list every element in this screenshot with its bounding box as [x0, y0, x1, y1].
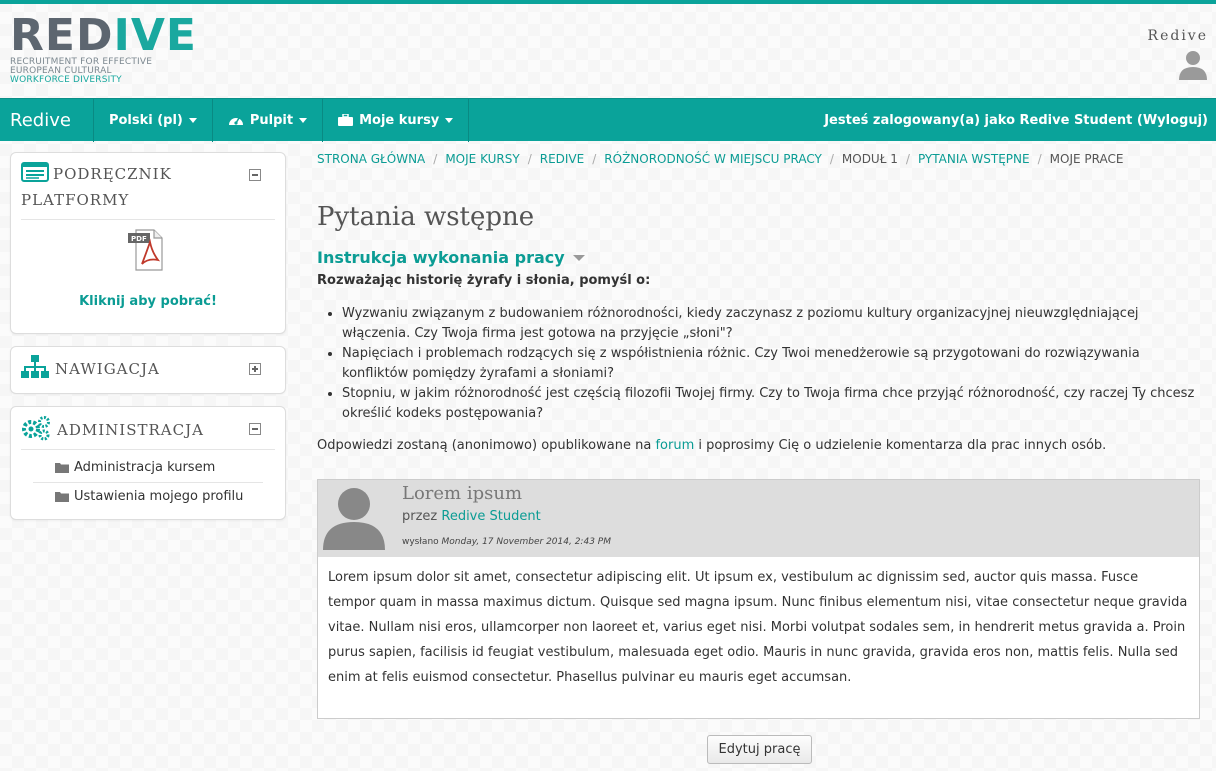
post-body: Lorem ipsum dolor sit amet, consectetur …: [328, 570, 1188, 685]
book-icon: [21, 162, 49, 182]
sidebar: PODRĘCZNIK PLATFORMY PDF Kliknij aby pob…: [10, 152, 286, 532]
breadcrumb-separator: /: [592, 152, 597, 166]
breadcrumb-my-courses[interactable]: Moje kursy: [445, 152, 519, 166]
breadcrumb-separator: /: [527, 152, 532, 166]
block-administration-title: ADMINISTRACJA: [21, 415, 249, 443]
collapse-icon[interactable]: [249, 169, 261, 181]
dashboard-label: Pulpit: [249, 112, 294, 128]
author-link[interactable]: Redive Student: [441, 509, 540, 524]
edit-area: Edytuj pracę: [317, 735, 1202, 764]
site-header: REDIVE Recruitment for effective Europea…: [0, 4, 1216, 98]
admin-list: Administracja kursem Ustawienia mojego p…: [21, 449, 275, 519]
svg-text:PDF: PDF: [131, 235, 147, 243]
post-date: wysłano Monday, 17 November 2014, 2:43 P…: [402, 537, 611, 547]
answers-note: Odpowiedzi zostaną (anonimowo) opublikow…: [317, 438, 1202, 453]
instructions-title: Instrukcja wykonania pracy: [317, 248, 565, 267]
admin-item-profile[interactable]: Ustawienia mojego profilu: [33, 483, 263, 511]
my-courses-label: Moje kursy: [359, 112, 440, 128]
page-title: Pytania wstępne: [317, 202, 535, 232]
expand-icon[interactable]: [249, 363, 261, 375]
block-navigation: NAWIGACJA: [10, 346, 286, 394]
chevron-down-icon: [188, 117, 197, 123]
breadcrumb-activity[interactable]: Pytania wstępne: [918, 152, 1030, 166]
admin-item-label: Ustawienia mojego profilu: [74, 489, 244, 504]
block-administration: ADMINISTRACJA Administracja kursem Ustaw…: [10, 406, 286, 520]
admin-item-course[interactable]: Administracja kursem: [33, 454, 263, 483]
answers-text: Odpowiedzi zostaną (anonimowo) opublikow…: [317, 438, 656, 453]
briefcase-icon: [338, 114, 354, 126]
folder-icon: [55, 492, 69, 502]
post-by-label: przez: [402, 509, 442, 524]
navbar-brand[interactable]: Redive: [0, 98, 94, 142]
list-item: Napięciach i problemach rodzących się z …: [342, 344, 1202, 384]
login-info[interactable]: Jesteś zalogowany(a) jako Redive Student…: [824, 113, 1216, 128]
post-author: przez Redive Student: [402, 509, 541, 524]
pdf-icon[interactable]: PDF: [128, 228, 168, 272]
breadcrumb: Strona główna / Moje kursy / REDIVE / Różnorod…: [317, 152, 1202, 174]
admin-item-label: Administracja kursem: [74, 460, 216, 475]
breadcrumb-section[interactable]: Różnorodność w miejscu pracy: [604, 152, 822, 166]
collapse-icon[interactable]: [249, 423, 261, 435]
dashboard-menu[interactable]: Pulpit: [213, 98, 324, 142]
post-header: Lorem ipsum przez Redive Student wysłano…: [318, 480, 1199, 557]
breadcrumb-separator: /: [905, 152, 910, 166]
post-title: Lorem ipsum: [402, 483, 523, 504]
breadcrumb-course[interactable]: REDIVE: [540, 152, 585, 166]
breadcrumb-module: Moduł 1: [841, 152, 898, 166]
user-icon[interactable]: [1178, 50, 1208, 84]
answers-text: i poprosimy Cię o udzielenie komentarza …: [694, 438, 1107, 453]
list-item: Stopniu, w jakim różnorodność jest częśc…: [342, 384, 1202, 424]
download-link[interactable]: Kliknij aby pobrać!: [21, 294, 275, 309]
instructions-toggle[interactable]: Instrukcja wykonania pracy: [317, 248, 1202, 267]
block-manual-header: PODRĘCZNIK PLATFORMY: [11, 153, 285, 213]
block-navigation-header: NAWIGACJA: [11, 347, 285, 382]
folder-icon: [55, 463, 69, 473]
block-manual: PODRĘCZNIK PLATFORMY PDF Kliknij aby pob…: [10, 152, 286, 334]
breadcrumb-separator: /: [433, 152, 438, 166]
chevron-down-icon: [572, 254, 585, 261]
gears-icon: [22, 416, 50, 441]
edit-submission-button[interactable]: Edytuj pracę: [706, 735, 813, 764]
submission-post: Lorem ipsum przez Redive Student wysłano…: [317, 479, 1200, 719]
post-date-value: Monday, 17 November 2014, 2:43 PM: [441, 537, 611, 547]
language-menu[interactable]: Polski (pl): [94, 98, 213, 142]
dashboard-icon: [228, 117, 243, 125]
post-date-label: wysłano: [402, 537, 442, 547]
instructions-list: Wyzwaniu związanym z budowaniem różnorod…: [317, 304, 1202, 424]
block-manual-title: PODRĘCZNIK PLATFORMY: [21, 161, 249, 213]
site-logo[interactable]: REDIVE Recruitment for effective Europea…: [10, 10, 197, 94]
avatar-icon[interactable]: [321, 484, 387, 554]
breadcrumb-separator: /: [829, 152, 834, 166]
breadcrumb-current: Moje prace: [1049, 152, 1124, 166]
top-navbar: Redive Polski (pl) Pulpit Moje kursy Jes…: [0, 98, 1216, 142]
my-courses-menu[interactable]: Moje kursy: [323, 98, 470, 142]
language-label: Polski (pl): [108, 112, 183, 128]
user-name: Redive: [1147, 28, 1208, 44]
chevron-down-icon: [445, 117, 454, 123]
breadcrumb-separator: /: [1037, 152, 1042, 166]
user-menu[interactable]: Redive: [1148, 28, 1208, 84]
block-navigation-title: NAWIGACJA: [21, 355, 249, 382]
logo-wordmark: REDIVE: [10, 10, 197, 61]
block-administration-header: ADMINISTRACJA: [11, 407, 285, 443]
chevron-down-icon: [299, 117, 308, 123]
instructions-lead: Rozważając historię żyrafy i słonia, pom…: [317, 273, 651, 288]
list-item: Wyzwaniu związanym z budowaniem różnorod…: [342, 304, 1202, 344]
pdf-download[interactable]: PDF Kliknij aby pobrać!: [21, 219, 275, 333]
sitemap-icon: [21, 355, 49, 378]
forum-link[interactable]: forum: [655, 438, 694, 453]
logo-tagline-3: Workforce Diversity: [10, 75, 122, 85]
main-content: Strona główna / Moje kursy / REDIVE / Różnorod…: [317, 152, 1202, 764]
breadcrumb-home[interactable]: Strona główna: [317, 152, 425, 166]
